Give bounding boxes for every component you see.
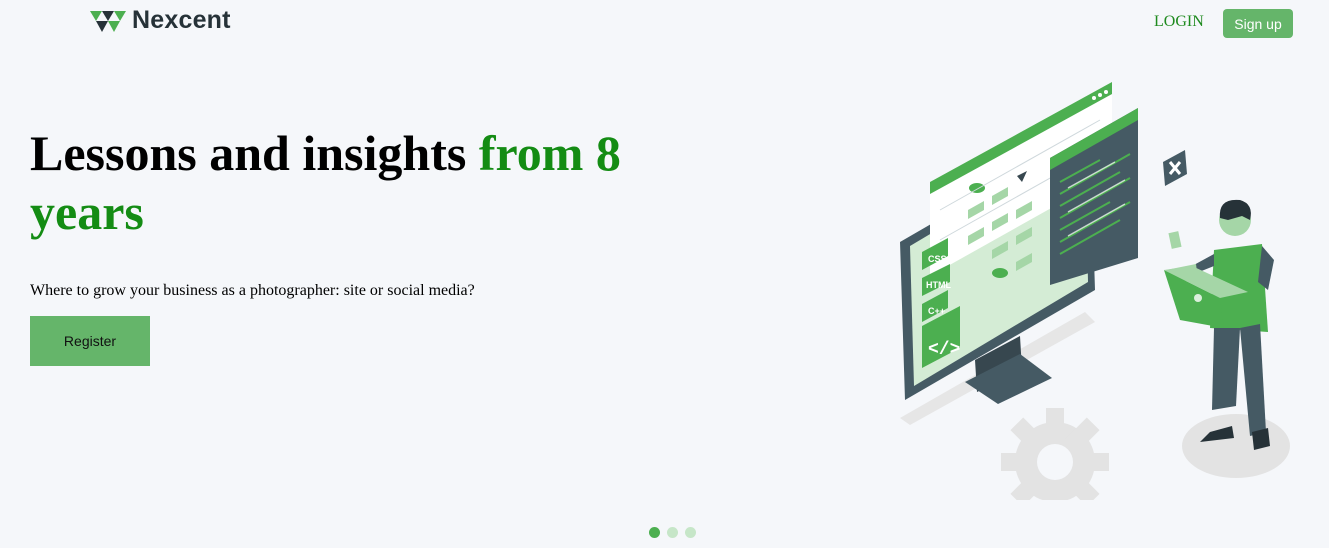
svg-text:CSS: CSS (928, 254, 947, 264)
carousel-dot-1[interactable] (649, 527, 660, 538)
developer-illustration: CSS HTML C++ </> (900, 82, 1290, 500)
logo-text: Nexcent (132, 6, 231, 34)
developer-figure (1164, 199, 1274, 450)
headline-text: Lessons and insights (30, 125, 479, 181)
carousel-dot-2[interactable] (667, 527, 678, 538)
login-link[interactable]: LOGIN (1154, 13, 1204, 31)
hero-headline: Lessons and insights from 8 years (30, 124, 650, 242)
hero-subtitle: Where to grow your business as a photogr… (30, 282, 475, 299)
signup-button[interactable]: Sign up (1223, 9, 1293, 38)
svg-text:</>: </> (928, 340, 960, 360)
gear-icon (1001, 408, 1109, 500)
carousel-dots (649, 527, 696, 538)
svg-text:C++: C++ (928, 306, 945, 316)
svg-text:HTML: HTML (926, 280, 951, 290)
nexcent-logo-icon (90, 10, 126, 32)
carousel-dot-3[interactable] (685, 527, 696, 538)
logo[interactable]: Nexcent (90, 6, 231, 35)
close-icon (1163, 150, 1187, 186)
register-button[interactable]: Register (30, 316, 150, 366)
